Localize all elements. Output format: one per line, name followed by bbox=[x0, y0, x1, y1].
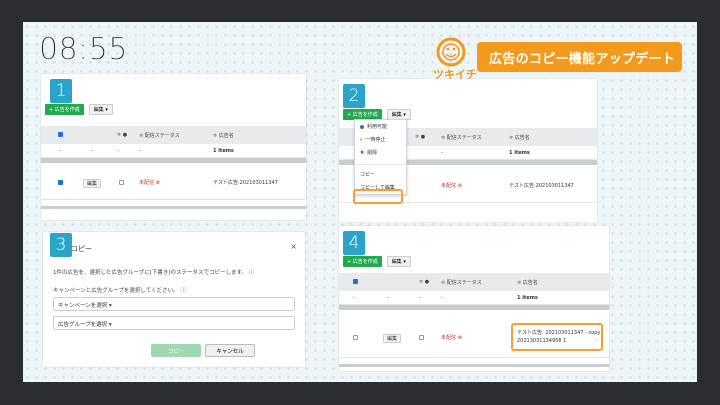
col-sort[interactable]: ≑ ● bbox=[415, 134, 425, 140]
select-all-checkbox[interactable] bbox=[58, 132, 63, 137]
status-badge: 未配信 ⊗ bbox=[139, 180, 160, 186]
col-status[interactable]: ≑ 配信ステータス bbox=[441, 279, 482, 286]
row-checkbox[interactable] bbox=[58, 180, 63, 185]
copy-button[interactable]: コピー bbox=[151, 344, 201, 357]
table-header: ≑ ● ≑ 配信ステータス ≑ 広告名 bbox=[41, 126, 306, 144]
title-banner: 広告のコピー機能アップデート bbox=[477, 42, 682, 72]
adgroup-select[interactable]: 広告グループを選択 ▾ bbox=[53, 316, 295, 330]
panel-2: + 広告を作成 編集 ▾ ≑ ● ≑ 配信ステータス ≑ 広告名 - 1 ite… bbox=[339, 79, 597, 222]
enabled-dot-icon bbox=[360, 124, 364, 129]
menu-item-copy[interactable]: コピー bbox=[355, 168, 406, 181]
row-edit-button[interactable]: 編集 bbox=[383, 334, 402, 343]
divider bbox=[41, 206, 306, 209]
table-row: 編集 未配信 ⊗ テスト広告:202103011347 bbox=[41, 166, 306, 200]
copy-result-highlight bbox=[511, 323, 603, 351]
create-ad-button[interactable]: + 広告を作成 bbox=[343, 256, 382, 267]
delete-x-icon: ✖ bbox=[360, 149, 365, 156]
step-badge-2: 2 bbox=[343, 84, 365, 108]
panel-4: + 広告を作成 編集 ▾ ≑ ● ≑ 配信ステータス ≑ 広告名 - - - -… bbox=[339, 226, 609, 371]
step-badge-4: 4 bbox=[343, 231, 365, 255]
panel-1: + 広告を作成 編集 ▾ ≑ ● ≑ 配信ステータス ≑ 広告名 - - - -… bbox=[41, 74, 306, 220]
modal-instruction: キャンペーンと広告グループを選択してください。 ⓘ bbox=[53, 288, 186, 294]
menu-item-enable[interactable]: 利用可能 bbox=[355, 120, 406, 133]
campaign-select[interactable]: キャンペーンを選択 ▾ bbox=[53, 297, 295, 311]
menu-item-pause[interactable]: ⏸ 一時停止 bbox=[355, 133, 406, 146]
col-name[interactable]: ≑ 広告名 bbox=[517, 279, 538, 286]
clock: 08:55 bbox=[39, 32, 128, 67]
row-checkbox[interactable] bbox=[353, 335, 358, 340]
summary-row: - - - - 1 items bbox=[41, 144, 306, 158]
col-status[interactable]: ≑ 配信ステータス bbox=[139, 132, 180, 139]
items-count: 1 items bbox=[517, 295, 538, 301]
divider bbox=[339, 305, 609, 310]
modal-title: コピー bbox=[71, 245, 92, 253]
divider bbox=[339, 364, 609, 367]
col-status[interactable]: ≑ 配信ステータス bbox=[441, 134, 482, 141]
toolbar: + 広告を作成 編集 ▾ bbox=[45, 104, 113, 115]
edit-dropdown-button[interactable]: 編集 ▾ bbox=[88, 104, 113, 115]
copy-highlight bbox=[353, 189, 403, 204]
summary-row: - - - - 1 items bbox=[339, 291, 609, 305]
cancel-button[interactable]: キャンセル bbox=[205, 344, 255, 357]
select-all-checkbox[interactable] bbox=[353, 279, 358, 284]
table-header: ≑ ● ≑ 配信ステータス ≑ 広告名 bbox=[339, 273, 609, 291]
edit-dropdown-button[interactable]: 編集 ▾ bbox=[386, 256, 411, 267]
toolbar: + 広告を作成 編集 ▾ bbox=[343, 256, 411, 267]
edit-dropdown-menu: 利用可能 ⏸ 一時停止 ✖ 削除 コピー コピーして編集 bbox=[354, 119, 407, 195]
copy-modal: コピー × 1件の広告を、選択した広告グループに[下書き]のステータスでコピーし… bbox=[43, 232, 305, 367]
row-toggle[interactable] bbox=[419, 335, 424, 340]
step-badge-1: 1 bbox=[50, 79, 72, 103]
status-badge: 未配信 ⊗ bbox=[441, 335, 462, 341]
col-name[interactable]: ≑ 広告名 bbox=[213, 132, 234, 139]
modal-description: 1件の広告を、選択した広告グループに[下書き]のステータスでコピーします。 ⓘ bbox=[53, 270, 255, 276]
create-ad-button[interactable]: + 広告を作成 bbox=[45, 104, 84, 115]
col-sort[interactable]: ≑ ● bbox=[117, 132, 127, 138]
items-count: 1 items bbox=[509, 150, 530, 156]
slide: 08:55 ツキイチ 広告のコピー機能アップデート + 広告を作成 編集 ▾ ≑… bbox=[23, 22, 697, 382]
col-name[interactable]: ≑ 広告名 bbox=[509, 134, 530, 141]
col-sort[interactable]: ≑ ● bbox=[419, 279, 429, 285]
close-icon[interactable]: × bbox=[290, 242, 297, 251]
step-badge-3: 3 bbox=[50, 233, 72, 257]
row-toggle[interactable] bbox=[119, 180, 124, 185]
ad-name[interactable]: テスト広告:202103011347 bbox=[213, 179, 278, 186]
items-count: 1 items bbox=[213, 148, 234, 154]
ad-name[interactable]: テスト広告:202103011347 bbox=[509, 182, 574, 189]
pause-icon: ⏸ bbox=[360, 136, 363, 143]
menu-item-delete[interactable]: ✖ 削除 bbox=[355, 146, 406, 159]
status-badge: 未配信 ⊗ bbox=[441, 183, 462, 189]
row-edit-button[interactable]: 編集 bbox=[83, 179, 102, 188]
divider bbox=[41, 158, 306, 163]
